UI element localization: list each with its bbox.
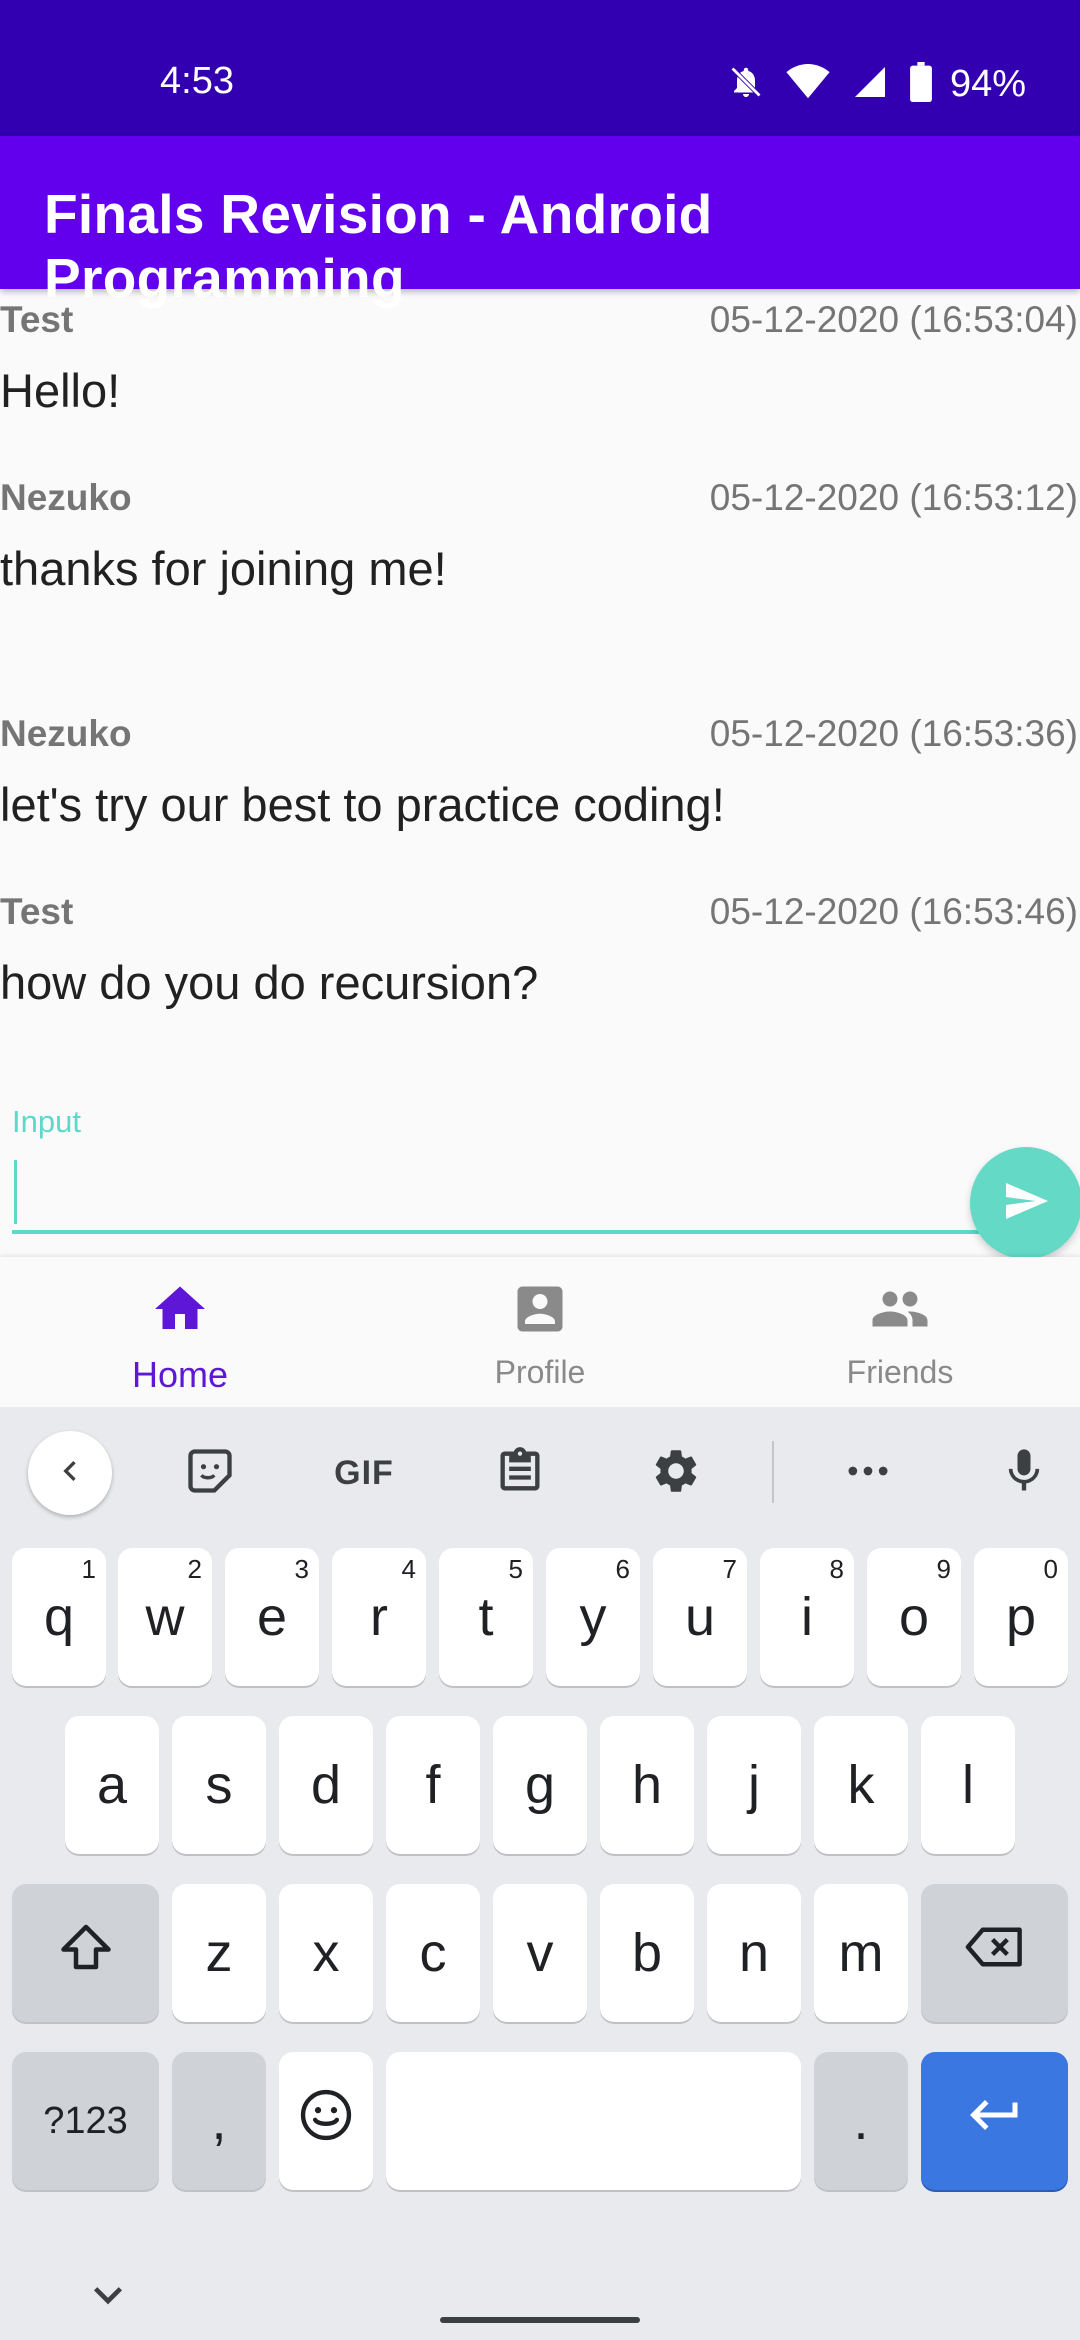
sticker-button[interactable] [168,1431,252,1515]
gesture-home-indicator[interactable] [440,2317,640,2323]
message-sender: Nezuko [0,477,132,518]
nav-item-home[interactable]: Home [0,1257,360,1407]
message-timestamp: 05-12-2020 (16:53:12) [709,477,1078,518]
shift-key[interactable] [12,1884,159,2022]
symbols-key[interactable]: ?123 [12,2052,159,2190]
message-text: how do you do recursion? [0,956,539,1009]
message-text: let's try our best to practice coding! [0,778,725,831]
shift-icon [56,1917,116,1990]
message-timestamp: 05-12-2020 (16:53:46) [709,891,1078,932]
nav-label-friends: Friends [846,1354,954,1390]
key-p[interactable]: p0 [974,1548,1068,1686]
key-l[interactable]: l [921,1716,1015,1854]
key-k[interactable]: k [814,1716,908,1854]
signal-icon [852,64,888,105]
keyboard-collapse-toolbar-button[interactable] [28,1431,112,1515]
emoji-key[interactable] [279,2052,373,2190]
more-options-button[interactable] [826,1431,910,1515]
battery-percentage: 94% [949,63,1026,105]
clipboard-icon [494,1445,546,1502]
message-text: thanks for joining me! [0,542,447,595]
space-key[interactable] [386,2052,801,2190]
key-v[interactable]: v [493,1884,587,2022]
nav-label-profile: Profile [494,1354,586,1390]
key-g[interactable]: g [493,1716,587,1854]
message-timestamp: 05-12-2020 (16:53:36) [709,713,1078,754]
backspace-key[interactable] [921,1884,1068,2022]
key-y[interactable]: y6 [546,1548,640,1686]
text-cursor [14,1160,17,1224]
toolbar-divider [772,1441,774,1503]
key-u[interactable]: u7 [653,1548,747,1686]
nav-label-home: Home [131,1354,229,1395]
message-sender: Nezuko [0,713,132,754]
key-q[interactable]: q1 [12,1548,106,1686]
chevron-left-icon [50,1451,90,1496]
gif-button[interactable]: GIF [322,1431,406,1515]
send-button[interactable] [970,1147,1080,1259]
key-x[interactable]: x [279,1884,373,2022]
wifi-icon [786,64,830,105]
key-f[interactable]: f [386,1716,480,1854]
comma-key[interactable]: , [172,2052,266,2190]
backspace-icon [963,1917,1027,1990]
key-i[interactable]: i8 [760,1548,854,1686]
status-time: 4:53 [160,60,234,102]
microphone-icon [998,1445,1050,1502]
message-timestamp: 05-12-2020 (16:53:04) [709,299,1078,340]
chevron-down-icon [80,2287,136,2327]
key-j[interactable]: j [707,1716,801,1854]
more-horizontal-icon [842,1445,894,1502]
message-sender: Test [0,891,74,932]
key-n[interactable]: n [707,1884,801,2022]
key-w[interactable]: w2 [118,1548,212,1686]
key-e[interactable]: e3 [225,1548,319,1686]
status-icons: 94% [728,62,1026,107]
enter-icon [965,2085,1025,2158]
send-icon [1002,1177,1050,1230]
profile-icon [510,1257,570,1344]
message-sender: Test [0,299,74,340]
period-key[interactable]: . [814,2052,908,2190]
gif-label: GIF [334,1453,394,1492]
status-bar: 4:53 94% [0,0,1080,136]
message-text: Hello! [0,364,121,417]
message-input-area: Input [0,1100,1080,1260]
key-o[interactable]: o9 [867,1548,961,1686]
key-t[interactable]: t5 [439,1548,533,1686]
notifications-off-icon [728,62,764,107]
key-h[interactable]: h [600,1716,694,1854]
key-r[interactable]: r4 [332,1548,426,1686]
battery-icon [910,62,932,107]
message-input[interactable] [12,1154,992,1234]
voice-input-button[interactable] [982,1431,1066,1515]
key-z[interactable]: z [172,1884,266,2022]
soft-keyboard: GIF q1 w2 e3 r4 t5 y6 u7 i8 o9 p 0 a s d… [0,1407,1080,2340]
key-s[interactable]: s [172,1716,266,1854]
clipboard-button[interactable] [478,1431,562,1515]
hide-keyboard-button[interactable] [80,2267,136,2328]
bottom-navigation: Home Profile Friends [0,1257,1080,1407]
enter-key[interactable] [921,2052,1068,2190]
friends-icon [870,1257,930,1344]
app-bar: Finals Revision - Android Programming [0,136,1080,309]
key-a[interactable]: a [65,1716,159,1854]
key-b[interactable]: b [600,1884,694,2022]
key-m[interactable]: m [814,1884,908,2022]
keyboard-toolbar: GIF [0,1407,1080,1537]
nav-item-profile[interactable]: Profile [360,1257,720,1407]
home-icon [150,1257,210,1344]
key-d[interactable]: d [279,1716,373,1854]
sticker-icon [184,1445,236,1502]
gear-icon [650,1445,702,1502]
keyboard-settings-button[interactable] [634,1431,718,1515]
input-label: Input [12,1104,81,1139]
nav-item-friends[interactable]: Friends [720,1257,1080,1407]
key-c[interactable]: c [386,1884,480,2022]
emoji-icon [297,2086,355,2157]
